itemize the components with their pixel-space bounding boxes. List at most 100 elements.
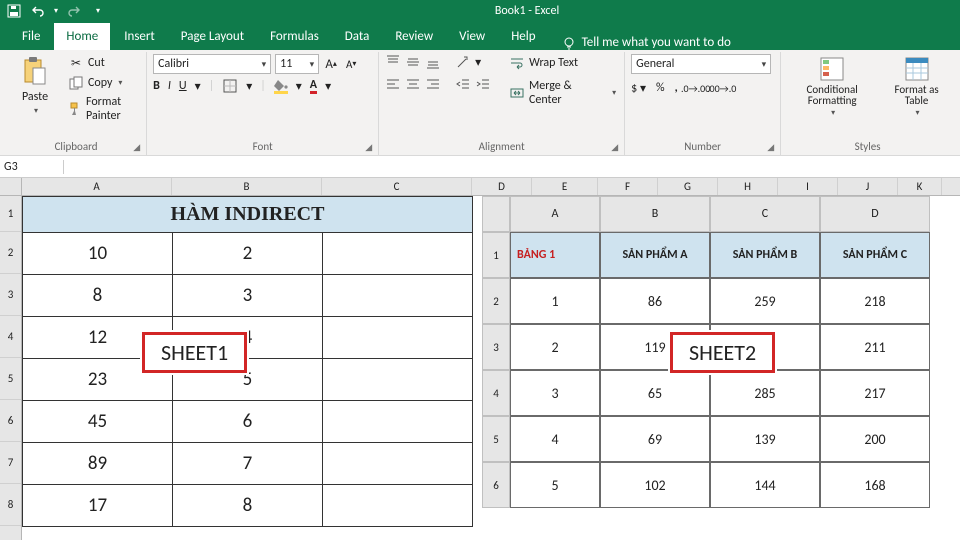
increase-indent-icon[interactable]	[475, 76, 491, 92]
font-size-select[interactable]: 11▾	[275, 54, 319, 74]
cell[interactable]: 4	[510, 416, 600, 462]
cell[interactable]: 139	[710, 416, 820, 462]
cell[interactable]: 1	[510, 278, 600, 324]
save-icon[interactable]	[6, 3, 22, 19]
align-middle-icon[interactable]	[405, 54, 421, 70]
tab-file[interactable]: File	[10, 23, 52, 50]
row-header[interactable]: 5	[482, 416, 510, 462]
column-header[interactable]: B	[172, 178, 322, 195]
cell[interactable]: 218	[820, 278, 930, 324]
cell[interactable]	[323, 401, 473, 443]
cell[interactable]	[323, 317, 473, 359]
column-header[interactable]: I	[778, 178, 838, 195]
column-header[interactable]: C	[710, 196, 820, 232]
cell[interactable]: 86	[600, 278, 710, 324]
tab-formulas[interactable]: Formulas	[258, 23, 331, 50]
font-name-select[interactable]: Calibri▾	[153, 54, 271, 74]
cell[interactable]: 2	[173, 233, 323, 275]
cell[interactable]: 3	[173, 275, 323, 317]
underline-chevron[interactable]: ▾	[195, 79, 201, 94]
cell[interactable]: 119	[600, 324, 710, 370]
paste-button[interactable]: Paste▾	[12, 54, 58, 118]
bold-button[interactable]: B	[153, 79, 160, 93]
row-header[interactable]: 1	[0, 196, 21, 232]
cell[interactable]	[323, 443, 473, 485]
row-header[interactable]: 8	[0, 484, 21, 526]
column-header[interactable]: G	[658, 178, 718, 195]
row-header[interactable]: 2	[482, 278, 510, 324]
row-header[interactable]: 5	[0, 358, 21, 400]
align-left-icon[interactable]	[385, 76, 401, 92]
column-header[interactable]: A	[22, 178, 172, 195]
fill-chevron[interactable]: ▾	[296, 79, 302, 94]
tab-insert[interactable]: Insert	[112, 23, 167, 50]
align-right-icon[interactable]	[425, 76, 441, 92]
row-header[interactable]: 3	[482, 324, 510, 370]
column-header[interactable]: D	[820, 196, 930, 232]
tab-data[interactable]: Data	[333, 23, 382, 50]
copy-button[interactable]: Copy▾	[66, 74, 140, 92]
undo-icon[interactable]	[30, 3, 46, 19]
row-header[interactable]: 2	[0, 232, 21, 274]
format-as-table-button[interactable]: Format as Table▾	[885, 54, 948, 120]
cell[interactable]: 2	[510, 324, 600, 370]
cell[interactable]: 23	[23, 359, 173, 401]
column-header[interactable]: J	[838, 178, 898, 195]
increase-decimal-icon[interactable]: .0→.00	[688, 80, 704, 96]
wrap-text-button[interactable]: Wrap Text	[507, 54, 618, 72]
column-header[interactable]: H	[718, 178, 778, 195]
cell[interactable]: 8	[173, 485, 323, 527]
tab-home[interactable]: Home	[54, 23, 110, 50]
tab-view[interactable]: View	[447, 23, 497, 50]
tell-me[interactable]: Tell me what you want to do	[562, 35, 731, 50]
cell[interactable]: 45	[23, 401, 173, 443]
cell[interactable]: 69	[600, 416, 710, 462]
tab-review[interactable]: Review	[383, 23, 445, 50]
dialog-launcher-icon[interactable]: ◢	[767, 142, 774, 153]
cell[interactable]: 168	[820, 462, 930, 508]
shrink-font-icon[interactable]: A▾	[343, 56, 359, 72]
comma-format-button[interactable]: ,	[675, 81, 678, 95]
dialog-launcher-icon[interactable]: ◢	[365, 142, 372, 153]
cell[interactable]: 178	[710, 324, 820, 370]
dialog-launcher-icon[interactable]: ◢	[133, 142, 140, 153]
decrease-decimal-icon[interactable]: .00→.0	[714, 80, 730, 96]
align-center-icon[interactable]	[405, 76, 421, 92]
conditional-formatting-button[interactable]: Conditional Formatting▾	[787, 54, 877, 120]
row-header[interactable]: 6	[0, 400, 21, 442]
redo-icon[interactable]	[66, 3, 82, 19]
column-header[interactable]: E	[532, 178, 598, 195]
row-header[interactable]: 7	[0, 442, 21, 484]
header-cell[interactable]: SẢN PHẨM C	[820, 232, 930, 278]
dialog-launcher-icon[interactable]: ◢	[611, 142, 618, 153]
italic-button[interactable]: I	[168, 79, 171, 93]
orientation-icon[interactable]	[455, 54, 471, 70]
tab-page-layout[interactable]: Page Layout	[169, 23, 256, 50]
column-header[interactable]: D	[472, 178, 532, 195]
cell[interactable]: 5	[173, 359, 323, 401]
header-cell[interactable]: SẢN PHẨM B	[710, 232, 820, 278]
align-bottom-icon[interactable]	[425, 54, 441, 70]
row-header[interactable]: 6	[482, 462, 510, 508]
cell[interactable]: 5	[510, 462, 600, 508]
cell[interactable]: 7	[173, 443, 323, 485]
column-header[interactable]: B	[600, 196, 710, 232]
cell[interactable]: 12	[23, 317, 173, 359]
name-box[interactable]: G3	[0, 160, 64, 174]
select-all-corner[interactable]	[0, 178, 22, 195]
cell[interactable]: 285	[710, 370, 820, 416]
cell[interactable]	[323, 275, 473, 317]
cell[interactable]: 10	[23, 233, 173, 275]
cell[interactable]: 211	[820, 324, 930, 370]
align-top-icon[interactable]	[385, 54, 401, 70]
tab-help[interactable]: Help	[499, 23, 547, 50]
cell[interactable]: 102	[600, 462, 710, 508]
row-header[interactable]: 4	[0, 316, 21, 358]
cut-button[interactable]: ✂Cut	[66, 54, 140, 72]
cell[interactable]	[323, 233, 473, 275]
format-painter-button[interactable]: Format Painter	[66, 94, 140, 124]
cell[interactable]: 4	[173, 317, 323, 359]
percent-format-button[interactable]: %	[656, 81, 665, 95]
borders-button[interactable]	[222, 78, 238, 94]
cell[interactable]	[323, 359, 473, 401]
